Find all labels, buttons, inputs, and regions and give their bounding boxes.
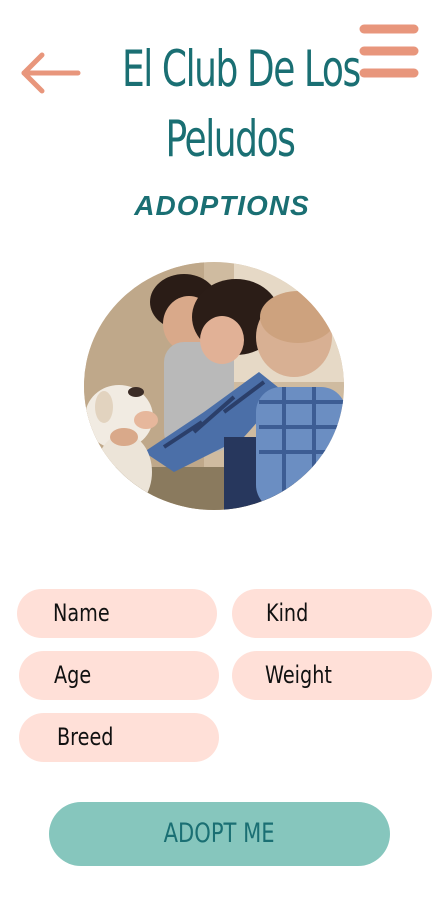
age-field[interactable]: Age <box>19 651 219 700</box>
adoptions-screen: El Club De Los Peludos ADOPTIONS Name Ki… <box>0 0 440 900</box>
adopt-me-button[interactable]: ADOPT ME <box>49 802 390 866</box>
section-title: ADOPTIONS <box>134 190 310 221</box>
back-button[interactable] <box>18 50 82 96</box>
breed-field-placeholder: Breed <box>57 723 114 751</box>
age-field-placeholder: Age <box>54 661 92 689</box>
kind-field[interactable]: Kind <box>232 589 432 638</box>
app-title-line-2: Peludos <box>165 110 296 168</box>
name-field[interactable]: Name <box>17 589 217 638</box>
weight-field-placeholder: Weight <box>265 661 332 689</box>
adopt-me-label: ADOPT ME <box>164 818 275 849</box>
kind-field-placeholder: Kind <box>266 599 309 627</box>
weight-field[interactable]: Weight <box>232 651 432 700</box>
hamburger-menu-icon <box>359 24 419 78</box>
breed-field[interactable]: Breed <box>19 713 219 762</box>
app-title-line-1: El Club De Los <box>121 40 361 98</box>
family-petting-dog-photo <box>84 262 344 510</box>
app-title: El Club De Los Peludos <box>121 34 361 174</box>
arrow-left-icon <box>21 52 81 94</box>
menu-button[interactable] <box>359 22 419 80</box>
name-field-placeholder: Name <box>53 599 110 627</box>
